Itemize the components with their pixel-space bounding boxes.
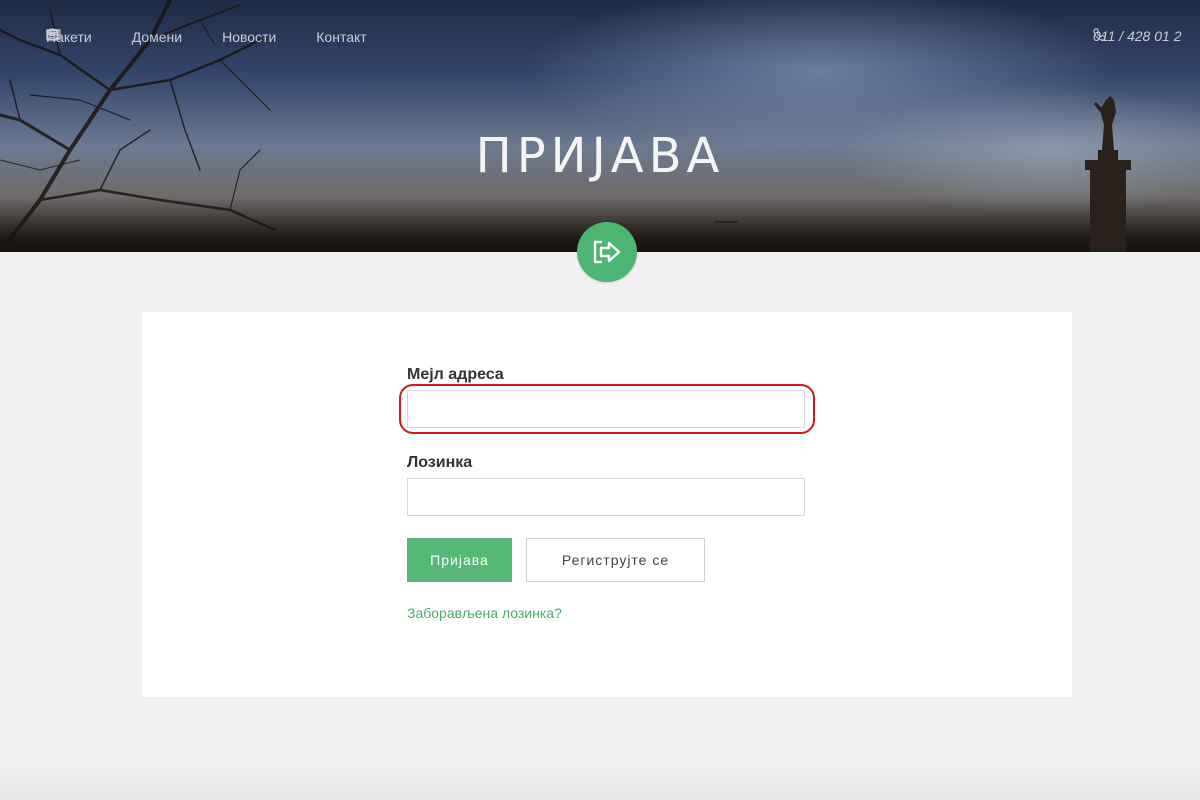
nav-item-label: Новости	[222, 29, 277, 45]
phone-icon	[1093, 28, 1106, 41]
password-label: Лозинка	[407, 454, 473, 471]
nav-item-domains[interactable]: Домени	[46, 28, 183, 45]
envelope-icon	[46, 30, 59, 40]
password-field[interactable]	[407, 478, 805, 516]
nav-item-contact[interactable]: Контакт	[46, 29, 367, 45]
email-field[interactable]	[407, 390, 805, 428]
email-label: Мејл адреса	[407, 366, 504, 383]
forgot-password-link[interactable]: Заборављена лозинка?	[407, 605, 562, 621]
phone-number-text: 011 / 428 01 2	[1093, 28, 1182, 44]
nav-item-news[interactable]: Новости	[46, 29, 277, 45]
nav-item-label: Домени	[131, 29, 183, 45]
register-button[interactable]: Региструјте се	[526, 538, 705, 582]
hero-banner: Пакети Домени Новости Контакт 011 / 428 …	[0, 0, 1200, 252]
top-navigation: Пакети Домени Новости Контакт	[46, 28, 407, 46]
login-button[interactable]: Пријава	[407, 538, 512, 582]
phone-number[interactable]: 011 / 428 01 2	[1093, 28, 1181, 44]
login-card: Мејл адреса Лозинка Пријава Региструјте …	[142, 312, 1072, 697]
footer-shade	[0, 760, 1200, 800]
sign-in-icon	[593, 240, 621, 264]
nav-item-label: Контакт	[316, 29, 367, 45]
sign-in-badge	[577, 222, 637, 282]
page-title: ПРИЈАВА	[475, 128, 725, 184]
